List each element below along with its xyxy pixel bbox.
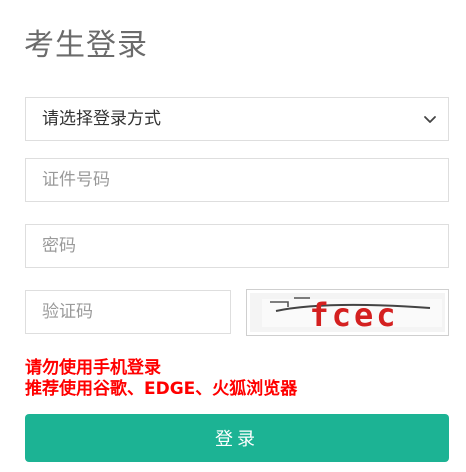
- id-number-field: [25, 158, 449, 202]
- password-input[interactable]: [42, 225, 402, 267]
- captcha-image[interactable]: fcec: [246, 289, 449, 336]
- captcha-input[interactable]: [42, 291, 222, 333]
- login-method-select[interactable]: 请选择登录方式: [25, 97, 449, 141]
- password-field: [25, 224, 449, 268]
- notice-no-mobile: 请勿使用手机登录: [25, 358, 161, 378]
- captcha-text: fcec: [309, 296, 398, 332]
- notice-browser-recommendation: 推荐使用谷歌、EDGE、火狐浏览器: [25, 379, 298, 399]
- login-method-selected: 请选择登录方式: [42, 109, 161, 129]
- chevron-down-icon: [424, 116, 436, 123]
- captcha-field: [25, 290, 231, 334]
- id-number-input[interactable]: [42, 159, 402, 201]
- login-button[interactable]: 登录: [25, 414, 449, 462]
- page-title: 考生登录: [24, 28, 148, 63]
